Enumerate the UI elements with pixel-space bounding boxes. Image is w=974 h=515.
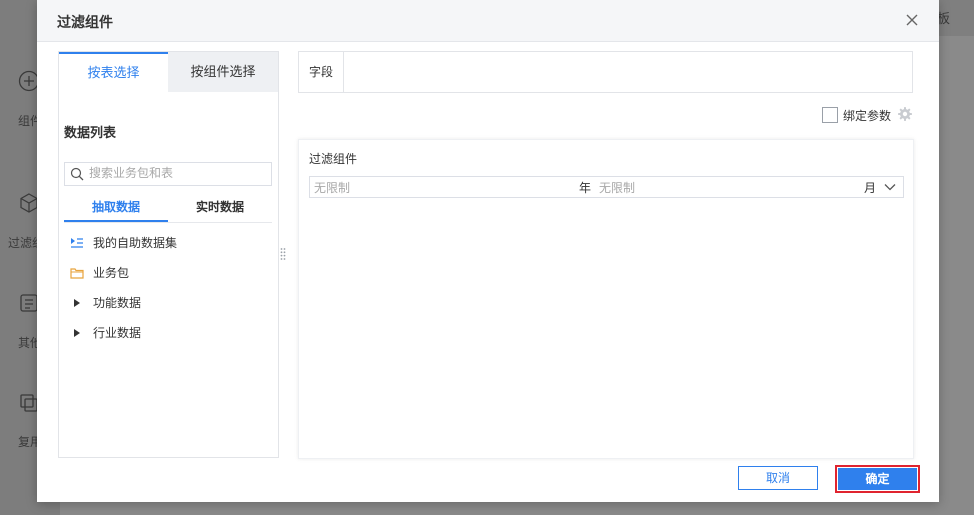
close-icon[interactable] <box>903 11 921 29</box>
dialog-title: 过滤组件 <box>57 14 113 30</box>
tab-realtime-data[interactable]: 实时数据 <box>168 194 272 220</box>
self-service-dataset-icon <box>71 238 83 248</box>
confirm-button[interactable]: 确定 <box>835 465 920 493</box>
year-input-placeholder[interactable]: 无限制 <box>314 179 350 196</box>
tree-item-label: 我的自助数据集 <box>93 236 178 250</box>
preview-title: 过滤组件 <box>309 152 358 166</box>
dialog-header: 过滤组件 <box>37 0 939 42</box>
resize-handle-icon[interactable] <box>280 247 286 261</box>
bind-param-checkbox[interactable] <box>822 107 838 123</box>
year-month-filter[interactable]: 无限制 年 无限制 月 <box>309 176 904 198</box>
gear-icon[interactable] <box>897 106 913 122</box>
data-list-title: 数据列表 <box>64 125 117 140</box>
tab-select-by-table[interactable]: 按表选择 <box>59 52 168 92</box>
filter-preview-panel: 过滤组件 无限制 年 无限制 月 <box>298 139 914 459</box>
caret-right-icon[interactable] <box>70 326 84 340</box>
data-source-panel: 按表选择 按组件选择 数据列表 抽取数据 实时数据 我的自助数据集 业务包 功能… <box>58 51 279 458</box>
tree-item-label: 业务包 <box>93 266 130 280</box>
cancel-button[interactable]: 取消 <box>738 466 818 490</box>
tree-item-label: 功能数据 <box>93 296 142 310</box>
chevron-down-icon[interactable] <box>883 181 897 193</box>
folder-icon <box>70 268 84 279</box>
year-unit-label: 年 <box>579 181 592 195</box>
selection-tabs: 按表选择 按组件选择 <box>59 52 278 92</box>
month-unit-label: 月 <box>864 181 877 195</box>
field-drop-zone[interactable]: 字段 <box>298 51 913 93</box>
bind-param-label: 绑定参数 <box>843 109 892 123</box>
search-box <box>64 162 272 186</box>
month-input-placeholder[interactable]: 无限制 <box>599 179 635 196</box>
tree-item-label: 行业数据 <box>93 326 142 340</box>
search-input[interactable] <box>89 165 267 181</box>
field-label: 字段 <box>299 52 344 92</box>
caret-right-icon[interactable] <box>70 296 84 310</box>
tab-select-by-component[interactable]: 按组件选择 <box>168 52 278 92</box>
tab-extract-data[interactable]: 抽取数据 <box>64 194 168 222</box>
data-type-tabs: 抽取数据 实时数据 <box>64 194 272 223</box>
filter-component-dialog: 过滤组件 按表选择 按组件选择 数据列表 抽取数据 实时数据 我的自助数据集 业… <box>37 0 939 502</box>
search-icon <box>70 167 84 181</box>
